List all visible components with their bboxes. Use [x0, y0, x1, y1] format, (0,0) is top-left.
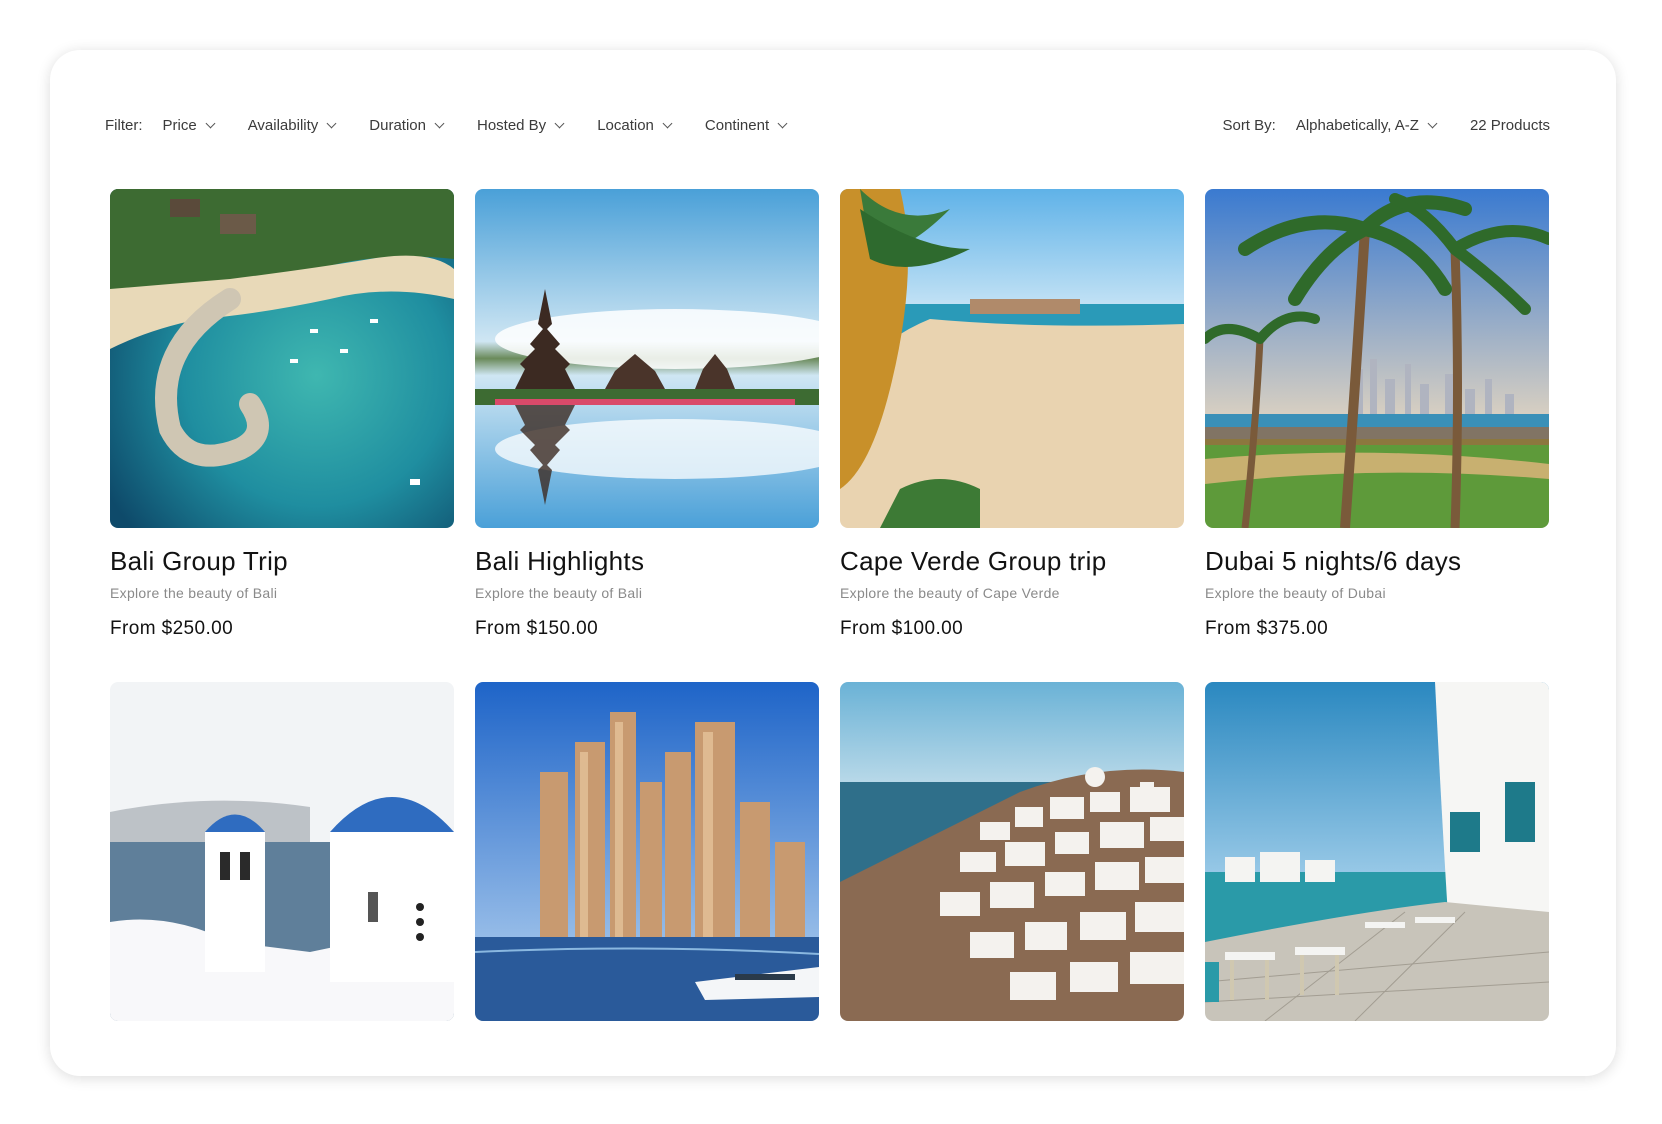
product-subtitle: Explore the beauty of Bali — [110, 585, 278, 601]
filter-continent[interactable]: Continent — [704, 116, 788, 134]
product-card[interactable] — [110, 682, 454, 1021]
product-image[interactable] — [110, 189, 454, 528]
product-card[interactable]: Bali Highlights Explore the beauty of Ba… — [475, 189, 819, 640]
product-card[interactable]: Cape Verde Group trip Explore the beauty… — [840, 189, 1184, 640]
product-card[interactable]: Dubai 5 nights/6 days Explore the beauty… — [1205, 189, 1549, 640]
product-subtitle: Explore the beauty of Cape Verde — [840, 585, 1060, 601]
seaside-cafe-terrace-image — [1205, 682, 1549, 1021]
chevron-down-icon — [434, 118, 445, 128]
sort-value: Alphabetically, A-Z — [1295, 116, 1419, 134]
product-title[interactable]: Bali Highlights — [475, 546, 819, 577]
product-image[interactable] — [475, 189, 819, 528]
product-price: From $250.00 — [110, 618, 234, 639]
product-card[interactable]: Bali Group Trip Explore the beauty of Ba… — [110, 189, 454, 640]
filter-bar: Filter: Price Availability Duration Host… — [105, 110, 1550, 140]
filter-hosted-by[interactable]: Hosted By — [476, 116, 565, 134]
filter-price[interactable]: Price — [162, 116, 216, 134]
sort-dropdown[interactable]: Alphabetically, A-Z — [1295, 116, 1438, 134]
filter-hosted-by-label: Hosted By — [476, 116, 547, 134]
filter-location[interactable]: Location — [597, 116, 673, 134]
filter-duration[interactable]: Duration — [369, 116, 445, 134]
chevron-down-icon — [777, 118, 788, 128]
product-count: 22 Products — [1469, 116, 1550, 134]
product-image[interactable] — [1205, 189, 1549, 528]
sandy-beach-palms-image — [840, 189, 1184, 528]
palm-trees-skyline-image — [1205, 189, 1549, 528]
filter-location-label: Location — [597, 116, 654, 134]
filter-duration-label: Duration — [369, 116, 426, 134]
product-title[interactable]: Cape Verde Group trip — [840, 546, 1184, 577]
filter-label: Filter: — [105, 116, 143, 134]
chevron-down-icon — [205, 118, 216, 128]
product-title[interactable]: Dubai 5 nights/6 days — [1205, 546, 1549, 577]
product-price: From $150.00 — [475, 618, 599, 639]
chevron-down-icon — [1427, 118, 1438, 128]
aerial-beach-lagoon-image — [110, 189, 454, 528]
product-image[interactable] — [1205, 682, 1549, 1021]
chevron-down-icon — [662, 118, 673, 128]
product-subtitle: Explore the beauty of Bali — [475, 585, 643, 601]
product-price: From $375.00 — [1205, 618, 1329, 639]
product-title[interactable]: Bali Group Trip — [110, 546, 454, 577]
product-listing-card: Filter: Price Availability Duration Host… — [50, 50, 1616, 1076]
product-image[interactable] — [475, 682, 819, 1021]
product-card[interactable] — [1205, 682, 1549, 1021]
product-image[interactable] — [840, 682, 1184, 1021]
product-image[interactable] — [840, 189, 1184, 528]
filter-availability[interactable]: Availability — [247, 116, 337, 134]
sort-label: Sort By: — [1222, 116, 1276, 134]
product-price: From $100.00 — [840, 618, 964, 639]
filter-continent-label: Continent — [704, 116, 770, 134]
dubai-marina-skyscrapers-image — [475, 682, 819, 1021]
temple-lake-reflection-image — [475, 189, 819, 528]
product-card[interactable] — [840, 682, 1184, 1021]
product-subtitle: Explore the beauty of Dubai — [1205, 585, 1386, 601]
santorini-blue-domes-image — [110, 682, 454, 1021]
chevron-down-icon — [326, 118, 337, 128]
oia-whitewashed-village-image — [840, 682, 1184, 1021]
filter-availability-label: Availability — [247, 116, 319, 134]
product-card[interactable] — [475, 682, 819, 1021]
filter-price-label: Price — [162, 116, 197, 134]
product-image[interactable] — [110, 682, 454, 1021]
chevron-down-icon — [554, 118, 565, 128]
